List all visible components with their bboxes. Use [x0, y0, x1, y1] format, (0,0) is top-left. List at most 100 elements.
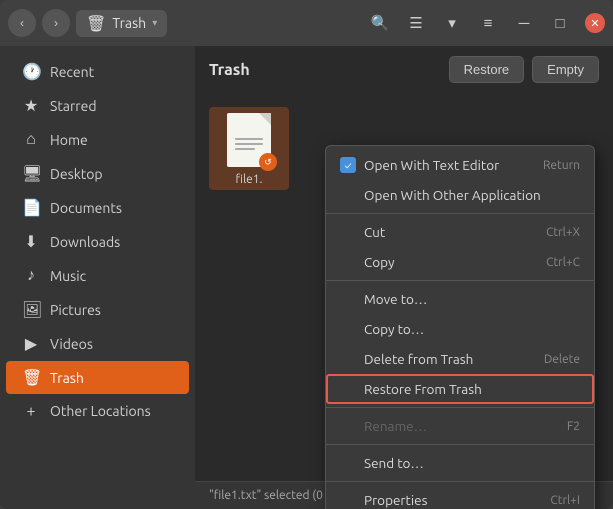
ctx-shortcut: F2	[567, 420, 580, 433]
close-button[interactable]: ✕	[585, 13, 605, 33]
starred-icon: ★	[22, 96, 40, 115]
ctx-item-label: Send to…	[364, 455, 424, 471]
ctx-item-label: Restore From Trash	[364, 381, 482, 397]
content-header: Trash Restore Empty	[195, 46, 613, 93]
pictures-icon: 🖼	[22, 300, 40, 319]
ctx-copy-to[interactable]: Copy to…	[326, 314, 594, 344]
sidebar-item-documents[interactable]: 📄 Documents	[6, 191, 189, 224]
sidebar-item-videos[interactable]: ▶ Videos	[6, 327, 189, 360]
sidebar-item-music[interactable]: ♪ Music	[6, 259, 189, 292]
menu-button[interactable]: ≡	[473, 8, 503, 38]
minimize-icon: ─	[519, 15, 530, 32]
maximize-button[interactable]: □	[545, 8, 575, 38]
sidebar-item-other-locations[interactable]: + Other Locations	[6, 395, 189, 427]
close-icon: ✕	[590, 17, 599, 30]
videos-icon: ▶	[22, 334, 40, 353]
view-options-dropdown[interactable]: ▾	[437, 8, 467, 38]
sidebar-item-starred[interactable]: ★ Starred	[6, 89, 189, 122]
ctx-delete-from-trash[interactable]: Delete from Trash Delete	[326, 344, 594, 374]
ctx-item-label: Copy	[364, 254, 395, 270]
sidebar-item-desktop[interactable]: 🖥 Desktop	[6, 157, 189, 190]
sidebar-item-label: Pictures	[50, 302, 101, 318]
empty-button[interactable]: Empty	[532, 56, 599, 83]
documents-icon: 📄	[22, 198, 40, 217]
sidebar-item-home[interactable]: ⌂ Home	[6, 123, 189, 156]
content-area: Trash Restore Empty ↺	[195, 46, 613, 509]
desktop-icon: 🖥	[22, 164, 40, 183]
ctx-open-text-editor[interactable]: ✓ Open With Text Editor Return	[326, 150, 594, 180]
file-doc-line	[235, 138, 263, 140]
recent-icon: 🕐	[22, 62, 40, 81]
sidebar-item-label: Videos	[50, 336, 93, 352]
sidebar-item-label: Recent	[50, 64, 94, 80]
trash-badge: ↺	[259, 153, 277, 171]
sidebar-item-downloads[interactable]: ⬇ Downloads	[6, 225, 189, 258]
location-bar[interactable]: 🗑 Trash ▾	[76, 10, 167, 37]
ctx-item-label: Open With Other Application	[364, 187, 541, 203]
location-dropdown-icon: ▾	[152, 17, 157, 29]
ctx-item-label: Copy to…	[364, 321, 424, 337]
ctx-restore-from-trash[interactable]: Restore From Trash	[326, 374, 594, 404]
search-icon: 🔍	[371, 14, 390, 32]
file-label: file1.	[236, 173, 263, 186]
file-icon-wrap: ↺	[223, 111, 275, 169]
music-icon: ♪	[22, 266, 40, 285]
ctx-shortcut: Ctrl+X	[546, 226, 580, 239]
sidebar-item-label: Trash	[50, 370, 84, 386]
view-list-button[interactable]: ☰	[401, 8, 431, 38]
ctx-item-label: Open With Text Editor	[364, 157, 499, 173]
trash-icon: 🗑	[22, 368, 40, 387]
hamburger-icon: ≡	[484, 15, 493, 32]
sidebar: 🕐 Recent ★ Starred ⌂ Home 🖥 Desktop 📄 Do…	[0, 46, 195, 509]
file-manager-window: ‹ › 🗑 Trash ▾ 🔍 ☰ ▾ ≡ ─ □ ✕	[0, 0, 613, 509]
ctx-copy[interactable]: Copy Ctrl+C	[326, 247, 594, 277]
sidebar-item-label: Other Locations	[50, 403, 151, 419]
search-button[interactable]: 🔍	[365, 8, 395, 38]
ctx-properties[interactable]: Properties Ctrl+I	[326, 485, 594, 509]
back-button[interactable]: ‹	[8, 9, 36, 37]
location-text: Trash	[112, 15, 146, 31]
checkmark-icon: ✓	[340, 157, 356, 173]
ctx-separator	[326, 481, 594, 482]
content-title: Trash	[209, 61, 441, 79]
sidebar-item-label: Starred	[50, 98, 97, 114]
ctx-item-label: Properties	[364, 492, 427, 508]
chevron-down-icon: ▾	[448, 14, 456, 32]
sidebar-item-trash[interactable]: 🗑 Trash	[6, 361, 189, 394]
ctx-send-to[interactable]: Send to…	[326, 448, 594, 478]
ctx-separator	[326, 407, 594, 408]
file-doc-lines	[235, 138, 263, 150]
forward-button[interactable]: ›	[42, 9, 70, 37]
sidebar-item-label: Downloads	[50, 234, 120, 250]
ctx-move-to[interactable]: Move to…	[326, 284, 594, 314]
sidebar-item-pictures[interactable]: 🖼 Pictures	[6, 293, 189, 326]
main-area: 🕐 Recent ★ Starred ⌂ Home 🖥 Desktop 📄 Do…	[0, 46, 613, 509]
minimize-button[interactable]: ─	[509, 8, 539, 38]
other-locations-icon: +	[22, 402, 40, 420]
file-doc-line	[235, 148, 255, 150]
sidebar-item-label: Desktop	[50, 166, 103, 182]
sidebar-item-recent[interactable]: 🕐 Recent	[6, 55, 189, 88]
ctx-rename: Rename… F2	[326, 411, 594, 441]
list-view-icon: ☰	[409, 14, 422, 32]
file-area[interactable]: ↺ file1. ✓ Open With Text Editor Return	[195, 93, 613, 481]
ctx-shortcut: Ctrl+C	[546, 256, 580, 269]
ctx-open-other-app[interactable]: Open With Other Application	[326, 180, 594, 210]
ctx-shortcut: Delete	[544, 353, 580, 366]
location-folder-icon: 🗑	[86, 14, 106, 33]
ctx-shortcut: Ctrl+I	[550, 494, 580, 507]
ctx-item-label: Cut	[364, 224, 385, 240]
ctx-separator	[326, 444, 594, 445]
restore-button[interactable]: Restore	[449, 56, 525, 83]
downloads-icon: ⬇	[22, 232, 40, 251]
ctx-item-label: Rename…	[364, 418, 427, 434]
file-item[interactable]: ↺ file1.	[209, 107, 289, 190]
ctx-separator	[326, 213, 594, 214]
ctx-shortcut: Return	[543, 159, 580, 172]
ctx-cut[interactable]: Cut Ctrl+X	[326, 217, 594, 247]
titlebar: ‹ › 🗑 Trash ▾ 🔍 ☰ ▾ ≡ ─ □ ✕	[0, 0, 613, 46]
context-menu: ✓ Open With Text Editor Return Open With…	[325, 145, 595, 509]
maximize-icon: □	[555, 15, 564, 32]
sidebar-item-label: Home	[50, 132, 88, 148]
ctx-separator	[326, 280, 594, 281]
